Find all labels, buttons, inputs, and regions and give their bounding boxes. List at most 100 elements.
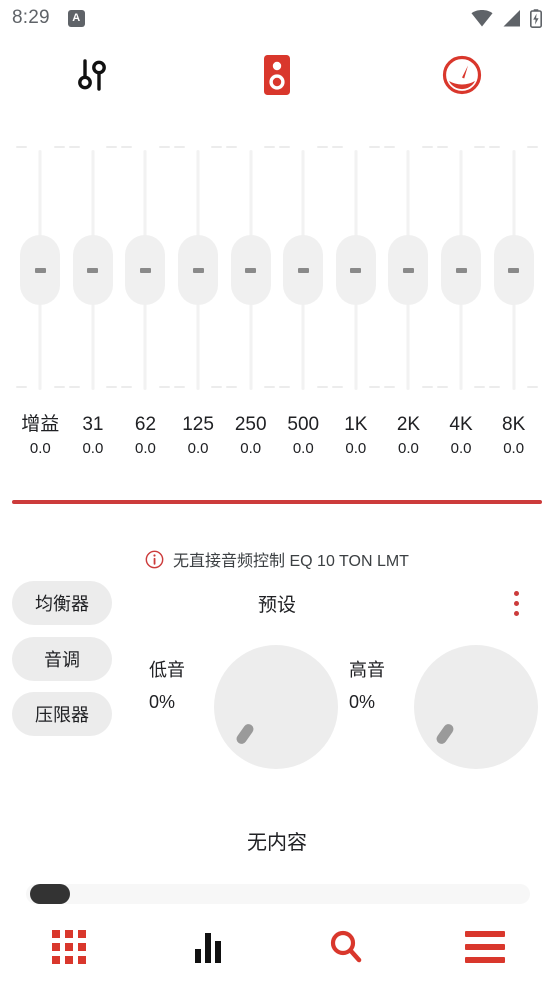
speaker-icon <box>264 55 290 95</box>
eq-tick <box>369 386 381 388</box>
eq-tick <box>68 386 80 388</box>
eq-tick <box>226 146 238 148</box>
eq-slider-thumb[interactable] <box>335 235 376 305</box>
eq-label-value: 0.0 <box>503 440 525 457</box>
knob-indicator <box>234 722 256 746</box>
eq-tick <box>16 146 27 148</box>
nav-button-search[interactable] <box>277 927 416 967</box>
status-bar: 8:29 A <box>0 0 554 36</box>
treble-knob-label: 高音 <box>349 660 385 680</box>
eq-tick <box>526 146 538 148</box>
equalizer-labels: 增益 0.0 31 0.0 62 0.0 125 0.0 250 0.0 500 0.0 1K 0.0 2K… <box>0 412 554 460</box>
battery-charging-icon <box>530 8 542 28</box>
eq-label-name: 125 <box>182 414 214 435</box>
eq-label-name: 2K <box>396 414 421 435</box>
eq-thumb-dash <box>34 267 46 273</box>
tuner-button[interactable] <box>0 53 185 97</box>
eq-label-value: 0.0 <box>345 440 367 457</box>
eq-tick <box>436 146 448 148</box>
gauge-button[interactable] <box>369 52 554 98</box>
eq-slider-thumb[interactable] <box>178 235 219 305</box>
eq-tick <box>173 386 185 388</box>
treble-knob[interactable] <box>414 645 538 769</box>
top-toolbar <box>0 44 554 106</box>
hamburger-menu-icon <box>464 931 505 963</box>
eq-band-62[interactable] <box>119 140 172 400</box>
eq-tick <box>436 386 448 388</box>
eq-slider-thumb[interactable] <box>230 235 271 305</box>
eq-band-31[interactable] <box>67 140 120 400</box>
eq-band-增益[interactable] <box>14 140 67 400</box>
cell-signal-icon <box>503 9 520 26</box>
info-banner: 无直接音频控制 EQ 10 TON LMT <box>0 545 554 573</box>
kebab-menu-icon[interactable] <box>504 586 528 620</box>
eq-band-4K[interactable] <box>435 140 488 400</box>
info-circle-icon <box>145 550 164 568</box>
eq-slider-thumb[interactable] <box>388 235 429 305</box>
bottom-navigation <box>0 910 554 984</box>
eq-label-name: 增益 <box>21 414 60 435</box>
eq-label-name: 8K <box>502 414 526 435</box>
eq-band-250[interactable] <box>224 140 277 400</box>
eq-label-增益: 增益 0.0 <box>14 412 67 460</box>
eq-label-value: 0.0 <box>135 440 156 457</box>
eq-slider-thumb[interactable] <box>125 235 166 305</box>
eq-tick <box>68 146 80 148</box>
bass-knob[interactable] <box>214 645 338 769</box>
eq-band-2K[interactable] <box>382 140 435 400</box>
eq-label-name: 4K <box>449 414 473 435</box>
seek-bar-track[interactable] <box>26 884 530 904</box>
empty-content-text: 无内容 <box>247 832 307 854</box>
eq-tick <box>474 146 486 148</box>
nav-button-library[interactable] <box>0 930 139 964</box>
status-bar-icons <box>471 8 542 28</box>
eq-thumb-dash <box>245 267 257 273</box>
eq-slider-thumb[interactable] <box>441 235 482 305</box>
preset-label[interactable]: 预设 <box>0 590 554 617</box>
eq-thumb-dash <box>402 267 414 273</box>
eq-thumb-dash <box>508 267 520 273</box>
eq-tick <box>384 386 396 388</box>
seek-bar-thumb[interactable] <box>30 884 70 904</box>
eq-band-500[interactable] <box>277 140 330 400</box>
eq-tick <box>316 146 328 148</box>
eq-label-name: 62 <box>134 414 157 435</box>
eq-tick <box>211 146 223 148</box>
eq-tick <box>53 146 65 148</box>
eq-label-name: 250 <box>234 414 267 435</box>
eq-tick <box>278 146 290 148</box>
eq-slider-thumb[interactable] <box>20 235 61 305</box>
speaker-button[interactable] <box>185 52 370 98</box>
nav-button-menu[interactable] <box>416 931 554 963</box>
eq-thumb-dash <box>297 267 309 273</box>
eq-band-1K[interactable] <box>330 140 383 400</box>
eq-label-500: 500 0.0 <box>277 412 330 460</box>
status-bar-clock: 8:29 <box>12 7 50 28</box>
eq-tick <box>489 386 501 388</box>
mode-button-limiter[interactable]: 压限器 <box>12 692 112 736</box>
eq-label-name: 31 <box>82 414 104 435</box>
eq-slider-thumb[interactable] <box>283 235 324 305</box>
eq-slider-thumb[interactable] <box>72 235 113 305</box>
eq-thumb-dash <box>87 267 99 273</box>
eq-tick <box>263 386 275 388</box>
mode-button-tone[interactable]: 音调 <box>12 637 112 681</box>
eq-tick <box>106 386 118 388</box>
tuner-sliders-icon <box>78 59 107 91</box>
eq-tick <box>263 146 275 148</box>
eq-thumb-dash <box>455 267 467 273</box>
eq-label-value: 0.0 <box>240 440 262 457</box>
eq-band-125[interactable] <box>172 140 225 400</box>
nav-button-equalizer[interactable] <box>139 931 278 963</box>
eq-label-8K: 8K 0.0 <box>487 412 540 460</box>
eq-thumb-dash <box>139 267 151 273</box>
eq-thumb-dash <box>192 267 204 273</box>
eq-label-value: 0.0 <box>82 440 104 457</box>
eq-tick <box>421 146 433 148</box>
eq-tick <box>384 146 396 148</box>
eq-tick <box>158 386 170 388</box>
eq-label-value: 0.0 <box>398 440 419 457</box>
eq-band-8K[interactable] <box>487 140 540 400</box>
eq-slider-thumb[interactable] <box>493 235 534 305</box>
eq-thumb-dash <box>350 267 362 273</box>
